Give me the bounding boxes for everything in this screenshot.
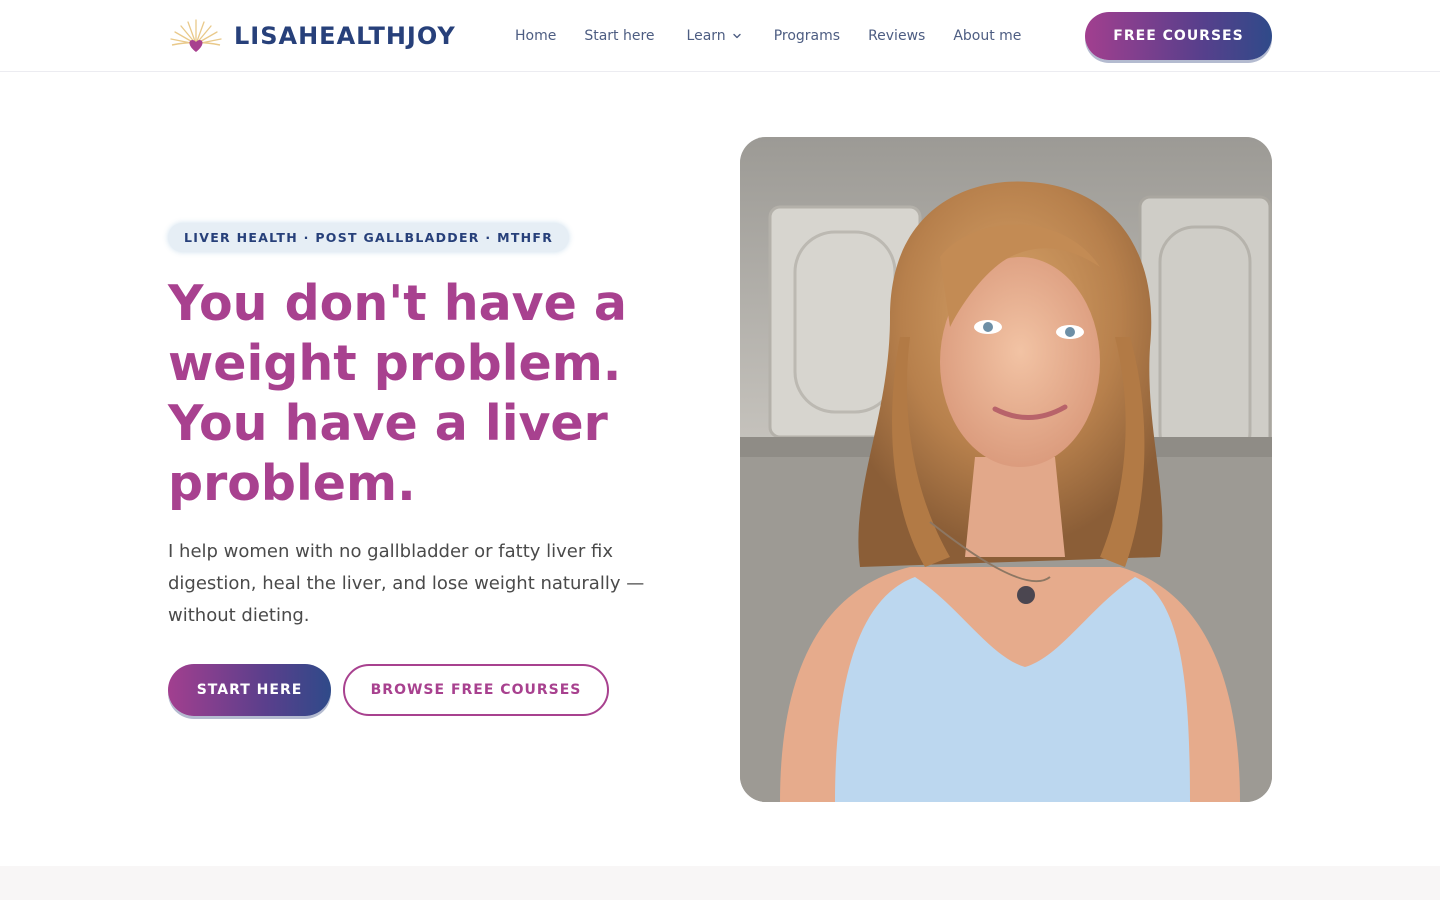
chevron-down-icon: [732, 33, 741, 39]
topic-tag: LIVER HEALTH · POST GALLBLADDER · MTHFR: [168, 223, 570, 252]
nav-programs-label: Programs: [773, 28, 841, 44]
nav-programs[interactable]: Programs: [774, 28, 840, 44]
portrait-photo: [740, 137, 1272, 802]
hero-headline: You don't have a weight problem. You hav…: [168, 275, 627, 512]
main-nav: Home Start here Learn Programs Reviews A…: [515, 25, 1049, 47]
hero-subtext: I help women with no gallbladder or fatt…: [168, 541, 645, 626]
nav-start-here-label: Start here: [584, 28, 655, 44]
next-section-band: [0, 866, 1440, 900]
browse-free-courses-button[interactable]: BROWSE FREE COURSES: [343, 664, 609, 716]
nav-learn[interactable]: Learn: [687, 28, 742, 44]
nav-home-label: Home: [515, 28, 557, 44]
nav-start-here[interactable]: Start here: [584, 28, 654, 44]
nav-learn-label: Learn: [686, 28, 726, 44]
logo[interactable]: LISAHEALTHJOY: [168, 14, 456, 58]
brand-name: LISAHEALTHJOY: [234, 22, 456, 50]
nav-home[interactable]: Home: [515, 28, 556, 44]
nav-about-me-label: About me: [953, 28, 1022, 44]
sunrise-heart-icon: [170, 19, 222, 52]
nav-reviews-label: Reviews: [868, 28, 926, 44]
nav-about-me[interactable]: About me: [953, 28, 1021, 44]
portrait-illustration: [740, 137, 1272, 802]
start-here-button[interactable]: START HERE: [168, 664, 331, 716]
free-courses-button[interactable]: FREE COURSES: [1085, 12, 1272, 60]
nav-reviews[interactable]: Reviews: [868, 28, 925, 44]
site-header: LISAHEALTHJOY Home Start here Learn Prog…: [0, 0, 1440, 72]
